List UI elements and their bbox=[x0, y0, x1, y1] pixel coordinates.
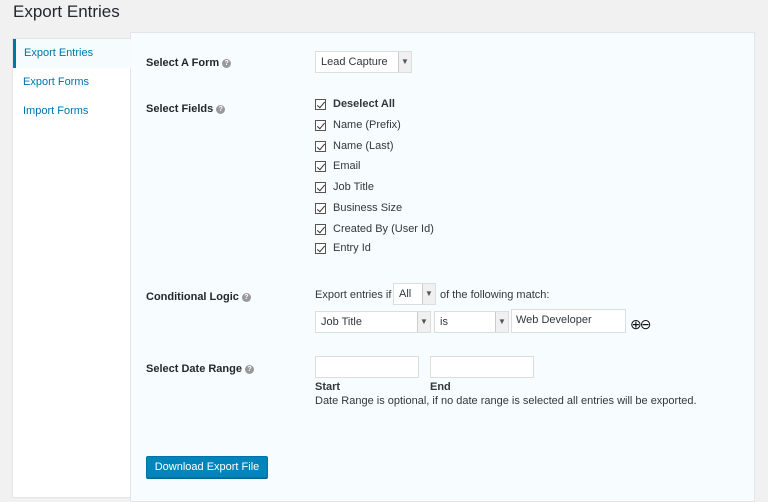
form-select[interactable]: Lead Capture ▼ bbox=[315, 51, 412, 73]
chevron-down-icon: ▼ bbox=[422, 284, 435, 304]
chevron-down-icon: ▼ bbox=[495, 312, 508, 332]
sidebar-nav: Export Entries Export Forms Import Forms bbox=[12, 38, 132, 498]
field-checkbox[interactable] bbox=[315, 160, 326, 172]
select-form-label: Select A Form? bbox=[146, 57, 232, 69]
condition-operator-select[interactable]: is ▼ bbox=[434, 311, 509, 333]
field-checkbox-row: Created By (User Id) bbox=[315, 220, 434, 238]
nav-item-import-forms[interactable]: Import Forms bbox=[13, 97, 130, 126]
field-checkbox-label: Job Title bbox=[333, 181, 374, 193]
select-fields-label-text: Select Fields bbox=[146, 103, 214, 115]
end-date-input[interactable] bbox=[430, 356, 534, 378]
conditional-logic-label: Conditional Logic? bbox=[146, 291, 251, 303]
help-icon[interactable]: ? bbox=[222, 59, 232, 68]
field-checkbox[interactable] bbox=[315, 140, 326, 152]
conditional-suffix: of the following match: bbox=[440, 289, 550, 301]
field-checkbox[interactable] bbox=[315, 119, 326, 131]
condition-field-select[interactable]: Job Title ▼ bbox=[315, 311, 431, 333]
field-checkbox[interactable] bbox=[315, 242, 326, 254]
start-date-label: Start bbox=[315, 381, 341, 393]
end-date-label: End bbox=[430, 381, 451, 393]
date-range-hint: Date Range is optional, if no date range… bbox=[315, 395, 697, 407]
field-checkbox-label: Email bbox=[333, 160, 361, 172]
deselect-all-checkbox[interactable] bbox=[315, 98, 326, 110]
remove-condition-icon[interactable]: ⊖ bbox=[640, 316, 652, 332]
field-checkbox-label: Business Size bbox=[333, 202, 403, 214]
field-checkbox[interactable] bbox=[315, 181, 326, 193]
help-icon[interactable]: ? bbox=[216, 105, 226, 114]
field-checkbox-row: Job Title bbox=[315, 178, 374, 196]
field-checkbox-row: Entry Id bbox=[315, 239, 371, 257]
select-fields-label: Select Fields? bbox=[146, 103, 226, 115]
condition-field-value: Job Title bbox=[321, 316, 362, 328]
field-checkbox-row: Business Size bbox=[315, 199, 402, 217]
select-form-label-text: Select A Form bbox=[146, 57, 220, 69]
field-checkbox[interactable] bbox=[315, 223, 326, 235]
field-checkbox-row: Email bbox=[315, 157, 361, 175]
start-date-input[interactable] bbox=[315, 356, 419, 378]
conditional-prefix: Export entries if bbox=[315, 289, 392, 301]
nav-item-export-forms[interactable]: Export Forms bbox=[13, 68, 130, 97]
field-checkbox[interactable] bbox=[315, 202, 326, 214]
field-checkbox-row: Name (Last) bbox=[315, 137, 394, 155]
download-export-button[interactable]: Download Export File bbox=[146, 456, 268, 478]
add-condition-icon[interactable]: ⊕ bbox=[630, 316, 642, 332]
match-select-value: All bbox=[399, 288, 412, 300]
match-select[interactable]: All ▼ bbox=[393, 283, 436, 305]
field-checkbox-label: Entry Id bbox=[333, 242, 371, 254]
page-title: Export Entries bbox=[13, 2, 120, 21]
condition-value-input[interactable]: Web Developer bbox=[511, 309, 626, 333]
date-range-label: Select Date Range? bbox=[146, 363, 254, 375]
date-range-label-text: Select Date Range bbox=[146, 363, 242, 375]
chevron-down-icon: ▼ bbox=[417, 312, 430, 332]
field-checkbox-row: Deselect All bbox=[315, 95, 395, 113]
field-checkbox-label: Created By (User Id) bbox=[333, 223, 434, 235]
add-remove-condition: ⊕⊖ bbox=[630, 316, 652, 333]
condition-operator-value: is bbox=[440, 316, 448, 328]
conditional-logic-label-text: Conditional Logic bbox=[146, 291, 239, 303]
help-icon[interactable]: ? bbox=[244, 365, 254, 374]
chevron-down-icon: ▼ bbox=[398, 52, 411, 72]
field-checkbox-label: Name (Prefix) bbox=[333, 119, 401, 131]
export-panel: Select A Form? Lead Capture ▼ Select Fie… bbox=[130, 32, 755, 502]
field-checkbox-row: Name (Prefix) bbox=[315, 116, 401, 134]
nav-item-export-entries[interactable]: Export Entries bbox=[13, 39, 132, 68]
field-checkbox-label: Deselect All bbox=[333, 98, 395, 110]
help-icon[interactable]: ? bbox=[241, 293, 251, 302]
form-select-value: Lead Capture bbox=[321, 56, 388, 68]
field-checkbox-label: Name (Last) bbox=[333, 140, 394, 152]
